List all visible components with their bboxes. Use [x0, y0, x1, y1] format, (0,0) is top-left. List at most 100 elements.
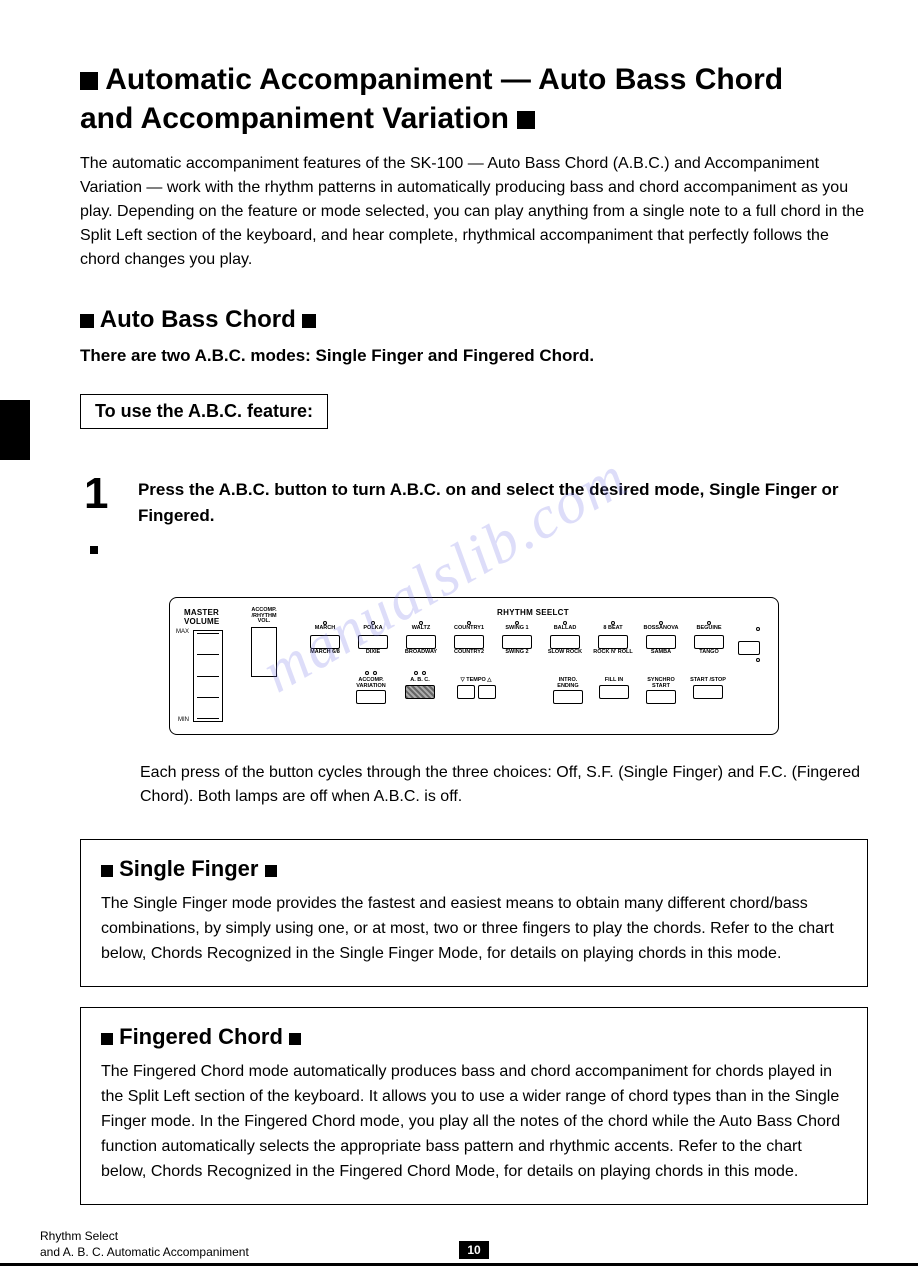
- control-panel-diagram: MASTER VOLUME MAX MIN ACCOMP. /RHYTHM VO…: [169, 597, 779, 735]
- synchro-start-button: [646, 690, 676, 704]
- title-line2: and Accompaniment Variation: [80, 102, 509, 135]
- intro-paragraph: The automatic accompaniment features of …: [80, 152, 868, 272]
- led-icon: [756, 627, 760, 631]
- led-icon: [414, 671, 418, 675]
- accomp-variation-button: [356, 690, 386, 704]
- led-icon: [422, 671, 426, 675]
- rhythm-select-label: RHYTHM SEELCT: [302, 608, 764, 617]
- synchro-start-label: SYNCHRO START: [640, 678, 682, 689]
- rhythm-button-col: COUNTRY1 COUNTRY2: [446, 621, 492, 658]
- step-1: 1 Press the A.B.C. button to turn A.B.C.…: [84, 469, 868, 569]
- rhythm-label-bottom: SLOW ROCK: [548, 650, 582, 658]
- modes-line: There are two A.B.C. modes: Single Finge…: [80, 346, 868, 366]
- rhythm-label-top: BEGUINE: [696, 626, 721, 634]
- rhythm-label-top: WALTZ: [412, 626, 431, 634]
- intro-ending-button: [553, 690, 583, 704]
- rhythm-button-col: BALLAD SLOW ROCK: [542, 621, 588, 658]
- abc-label: A. B. C.: [410, 678, 430, 684]
- square-icon: [101, 865, 113, 877]
- rhythm-label-bottom: BROADWAY: [405, 650, 437, 658]
- footer: Rhythm Select and A. B. C. Automatic Acc…: [80, 1229, 868, 1265]
- rhythm-extra-button: [738, 641, 760, 655]
- rhythm-button-col: BOSSANOVA SAMBA: [638, 621, 684, 658]
- square-icon: [289, 1033, 301, 1045]
- rhythm-label-bottom: COUNTRY2: [454, 650, 484, 658]
- max-label: MAX: [176, 629, 189, 635]
- min-label: MIN: [178, 717, 189, 723]
- fill-in-label: FILL IN: [605, 678, 624, 684]
- rhythm-button: [406, 635, 436, 649]
- rhythm-label-top: 8 BEAT: [603, 626, 622, 634]
- section-abc-title: Auto Bass Chord: [80, 306, 868, 334]
- rhythm-button: [502, 635, 532, 649]
- rhythm-label-top: BALLAD: [554, 626, 577, 634]
- rhythm-button-col: SWING 1 SWING 2: [494, 621, 540, 658]
- bullet-icon: [90, 546, 98, 554]
- page-number: 10: [459, 1241, 488, 1259]
- square-icon: [302, 314, 316, 328]
- fingered-chord-title-text: Fingered Chord: [119, 1024, 283, 1049]
- accomp-variation-label: ACCOMP. VARIATION: [348, 678, 394, 689]
- rhythm-button-col: WALTZ BROADWAY: [398, 621, 444, 658]
- start-stop-label: START /STOP: [690, 678, 726, 684]
- rhythm-button: [310, 635, 340, 649]
- square-icon: [101, 1033, 113, 1045]
- single-finger-box: Single Finger The Single Finger mode pro…: [80, 839, 868, 987]
- rhythm-label-top: POLKA: [363, 626, 382, 634]
- abc-button: [405, 685, 435, 699]
- intro-ending-label: INTRO. ENDING: [548, 678, 588, 689]
- rhythm-button: [646, 635, 676, 649]
- rhythm-label-bottom: TANGO: [699, 650, 718, 658]
- master-volume-label: MASTER VOLUME: [184, 608, 232, 626]
- rhythm-button-col: 8 BEATROCK N' ROLL: [590, 621, 636, 658]
- rhythm-label-top: COUNTRY1: [454, 626, 484, 634]
- square-icon: [80, 314, 94, 328]
- rhythm-label-bottom: SWING 2: [505, 650, 528, 658]
- instruction-box: To use the A.B.C. feature:: [80, 394, 328, 429]
- accomp-vol-slider: [251, 627, 277, 677]
- start-stop-button: [693, 685, 723, 699]
- fingered-chord-title: Fingered Chord: [101, 1024, 847, 1050]
- footer-line2: and A. B. C. Automatic Accompaniment: [40, 1245, 249, 1259]
- rhythm-button: [598, 635, 628, 649]
- tempo-down-button: [457, 685, 475, 699]
- led-icon: [365, 671, 369, 675]
- page-title: Automatic Accompaniment — Auto Bass Chor…: [80, 60, 868, 138]
- accomp-vol-label: ACCOMP. /RHYTHM VOL.: [248, 608, 280, 625]
- rhythm-label-top: MARCH: [315, 626, 335, 634]
- rhythm-label-bottom: MARCH 6/8: [310, 650, 340, 658]
- tempo-up-button: [478, 685, 496, 699]
- square-icon: [80, 72, 98, 90]
- rhythm-button: [694, 635, 724, 649]
- rhythm-button-col: MARCH MARCH 6/8: [302, 621, 348, 658]
- footer-rule: [0, 1263, 918, 1266]
- led-icon: [373, 671, 377, 675]
- square-icon: [517, 111, 535, 129]
- step-note: Each press of the button cycles through …: [140, 761, 868, 809]
- fingered-chord-box: Fingered Chord The Fingered Chord mode a…: [80, 1007, 868, 1205]
- rhythm-button: [358, 635, 388, 649]
- rhythm-button-col: POLKA DIXIE: [350, 621, 396, 658]
- single-finger-body: The Single Finger mode provides the fast…: [101, 892, 847, 966]
- side-tab: [0, 400, 30, 460]
- rhythm-label-bottom: SAMBA: [651, 650, 671, 658]
- section-abc-text: Auto Bass Chord: [100, 306, 296, 333]
- single-finger-title: Single Finger: [101, 856, 847, 882]
- rhythm-button-col: BEGUINE TANGO: [686, 621, 732, 658]
- rhythm-label-top: SWING 1: [505, 626, 528, 634]
- rhythm-label-bottom: DIXIE: [366, 650, 380, 658]
- tempo-label: ▽ TEMPO △: [460, 678, 491, 684]
- led-icon: [756, 658, 760, 662]
- rhythm-label-top: BOSSANOVA: [643, 626, 678, 634]
- step-number: 1: [84, 469, 120, 569]
- rhythm-button: [454, 635, 484, 649]
- footer-line1: Rhythm Select: [40, 1229, 118, 1243]
- fill-in-button: [599, 685, 629, 699]
- bottom-controls-row: ACCOMP. VARIATION A. B. C. ▽ TEMPO △: [302, 669, 764, 704]
- single-finger-title-text: Single Finger: [119, 856, 258, 881]
- master-volume-slider: MAX MIN: [193, 630, 223, 722]
- rhythm-button: [550, 635, 580, 649]
- square-icon: [265, 865, 277, 877]
- rhythm-tail-col: [734, 621, 764, 663]
- title-line1: Automatic Accompaniment — Auto Bass Chor…: [105, 63, 783, 96]
